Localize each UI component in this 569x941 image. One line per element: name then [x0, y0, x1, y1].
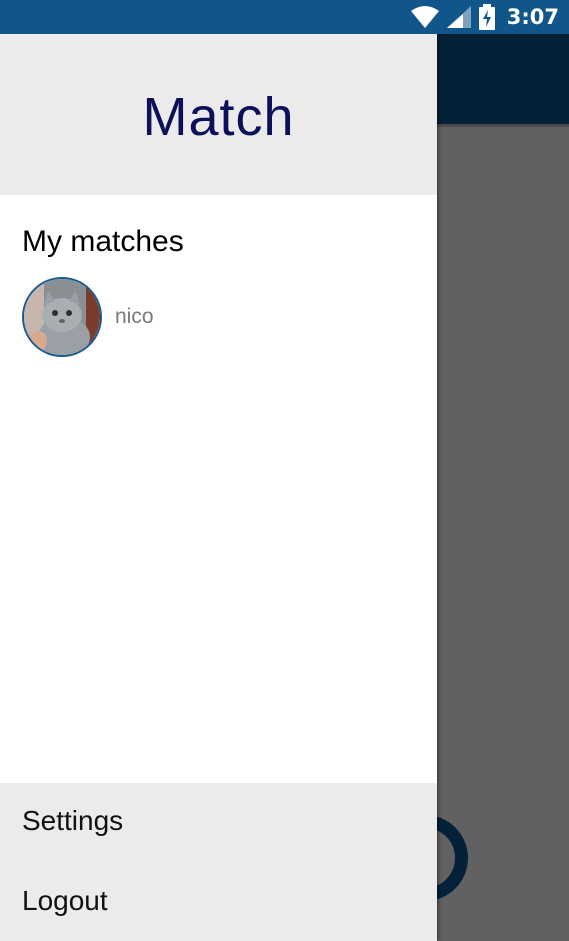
avatar [22, 277, 102, 357]
cat-photo-icon [24, 279, 100, 355]
cell-signal-icon [446, 6, 471, 28]
match-name: nico [115, 305, 154, 328]
app-screen: 3:07 Match My matches nico Settings Logo… [0, 0, 569, 941]
my-matches-title: My matches [22, 225, 184, 258]
settings-menu-item[interactable]: Settings [22, 805, 123, 837]
status-bar: 3:07 [0, 0, 569, 34]
logout-menu-item[interactable]: Logout [22, 885, 108, 917]
battery-charging-icon [478, 4, 495, 30]
app-logo: Match [142, 87, 295, 147]
status-icons: 3:07 [410, 0, 559, 34]
wifi-icon [410, 6, 439, 28]
navigation-drawer: Match My matches nico Settings Logout [0, 34, 437, 941]
drawer-footer: Settings Logout [0, 783, 437, 941]
match-list-item[interactable]: nico [22, 277, 422, 357]
drawer-header: Match [0, 34, 437, 195]
status-time: 3:07 [506, 5, 559, 29]
